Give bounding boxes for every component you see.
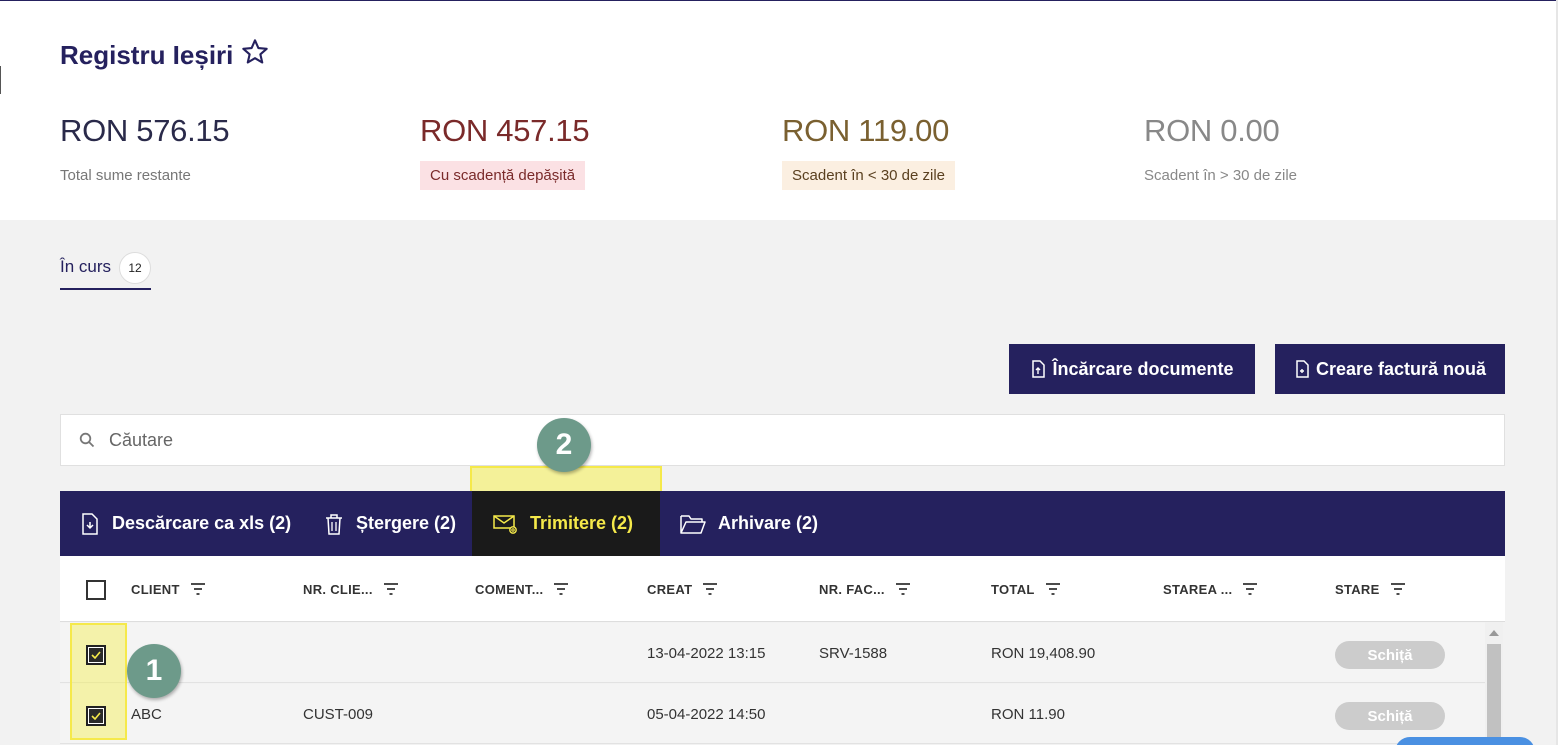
stat-due-over-30: RON 0.00 Scadent în > 30 de zile	[1144, 113, 1297, 190]
table-scrollbar[interactable]	[1485, 622, 1503, 745]
trash-icon	[326, 513, 342, 535]
chat-widget-button[interactable]	[1395, 737, 1535, 745]
upload-documents-button[interactable]: Încărcare documente	[1009, 344, 1255, 394]
stat-due-under-30: RON 119.00 Scadent în < 30 de zile	[782, 113, 956, 190]
upload-documents-label: Încărcare documente	[1052, 358, 1234, 379]
file-upload-icon	[1032, 360, 1046, 378]
filter-icon[interactable]	[383, 583, 399, 595]
stat-label: Total sume restante	[60, 167, 191, 184]
archive-label: Arhivare (2)	[718, 513, 819, 533]
download-xls-label: Descărcare ca xls (2)	[112, 513, 292, 533]
scroll-up-arrow-icon[interactable]	[1489, 630, 1499, 636]
send-action-overlay[interactable]: Trimitere (2)	[492, 491, 633, 556]
stat-label: Scadent în < 30 de zile	[782, 161, 956, 190]
column-created[interactable]: CREAT	[647, 556, 718, 622]
stat-label: Cu scadență depășită	[420, 161, 586, 190]
page-header	[0, 1, 1556, 220]
filter-icon[interactable]	[702, 583, 718, 595]
filter-icon[interactable]	[895, 583, 911, 595]
column-client-number[interactable]: NR. CLIE...	[303, 556, 399, 622]
search-bar	[60, 414, 1505, 466]
filter-icon[interactable]	[553, 583, 569, 595]
status-badge: Schiță	[1335, 641, 1445, 669]
tab-in-progress[interactable]: În curs 12	[60, 252, 152, 290]
filter-icon[interactable]	[1242, 583, 1258, 595]
create-invoice-label: Creare factură nouă	[1315, 358, 1487, 379]
tab-count-badge: 12	[119, 252, 152, 284]
cell-total: RON 11.90	[991, 705, 1065, 723]
scroll-thumb[interactable]	[1487, 644, 1501, 745]
status-badge: Schiță	[1335, 702, 1445, 730]
page-title-text: Registru Ieșiri	[60, 40, 234, 70]
filter-icon[interactable]	[1045, 583, 1061, 595]
filter-icon[interactable]	[190, 583, 206, 595]
tab-label: În curs	[60, 257, 112, 276]
step-badge-1: 1	[127, 644, 181, 698]
column-state-detail[interactable]: STAREA ...	[1163, 556, 1258, 622]
table-row[interactable]: 13-04-2022 13:15 SRV-1588 RON 19,408.90 …	[60, 623, 1485, 683]
stat-amount: RON 576.15	[60, 113, 230, 148]
column-client[interactable]: CLIENT	[131, 556, 206, 622]
stat-amount: RON 119.00	[782, 113, 950, 148]
left-edge-marker	[0, 66, 1, 94]
download-file-icon	[82, 512, 98, 535]
filter-icon[interactable]	[1390, 583, 1406, 595]
cell-client-number: CUST-009	[303, 705, 374, 723]
column-status[interactable]: STARE	[1335, 556, 1406, 622]
stat-amount: RON 457.15	[420, 113, 590, 148]
archive-button[interactable]: Arhivare (2)	[678, 491, 818, 556]
cell-created: 05-04-2022 14:50	[647, 705, 766, 723]
cell-total: RON 19,408.90	[991, 644, 1096, 662]
checkmark-icon	[91, 651, 101, 659]
column-comment[interactable]: COMENT...	[475, 556, 569, 622]
delete-button[interactable]: Ștergere (2)	[322, 491, 456, 556]
search-icon	[79, 432, 95, 448]
folder-open-icon	[680, 514, 706, 534]
stat-label: Scadent în > 30 de zile	[1144, 167, 1298, 184]
cell-invoice-number: SRV-1588	[819, 644, 888, 662]
delete-label: Ștergere (2)	[356, 513, 457, 533]
stat-total-outstanding: RON 576.15 Total sume restante	[60, 113, 230, 190]
bulk-actions-toolbar: Descărcare ca xls (2) Ștergere (2) Arhiv…	[60, 491, 1505, 556]
search-input[interactable]	[109, 429, 1409, 451]
stat-amount: RON 0.00	[1144, 113, 1280, 148]
column-total[interactable]: TOTAL	[991, 556, 1061, 622]
table-header: CLIENT NR. CLIE... COMENT... CREAT NR. F…	[60, 556, 1505, 622]
column-invoice-number[interactable]: NR. FAC...	[819, 556, 911, 622]
send-label: Trimitere (2)	[530, 513, 634, 533]
cell-created: 13-04-2022 13:15	[647, 644, 766, 662]
table-row[interactable]: ABC CUST-009 05-04-2022 14:50 RON 11.90 …	[60, 684, 1485, 744]
checkmark-icon	[91, 712, 101, 720]
create-invoice-button[interactable]: Creare factură nouă	[1275, 344, 1505, 394]
row-checkbox[interactable]	[86, 706, 106, 726]
stat-overdue: RON 457.15 Cu scadență depășită	[420, 113, 590, 190]
row-checkbox[interactable]	[86, 645, 106, 665]
select-all-checkbox[interactable]	[86, 580, 106, 600]
email-at-icon	[493, 514, 517, 534]
step-badge-2: 2	[537, 418, 591, 472]
page-title: Registru Ieșiri	[60, 38, 269, 73]
favorite-star-icon[interactable]	[241, 38, 269, 73]
download-xls-button[interactable]: Descărcare ca xls (2)	[78, 491, 291, 556]
new-document-icon	[1296, 360, 1309, 378]
